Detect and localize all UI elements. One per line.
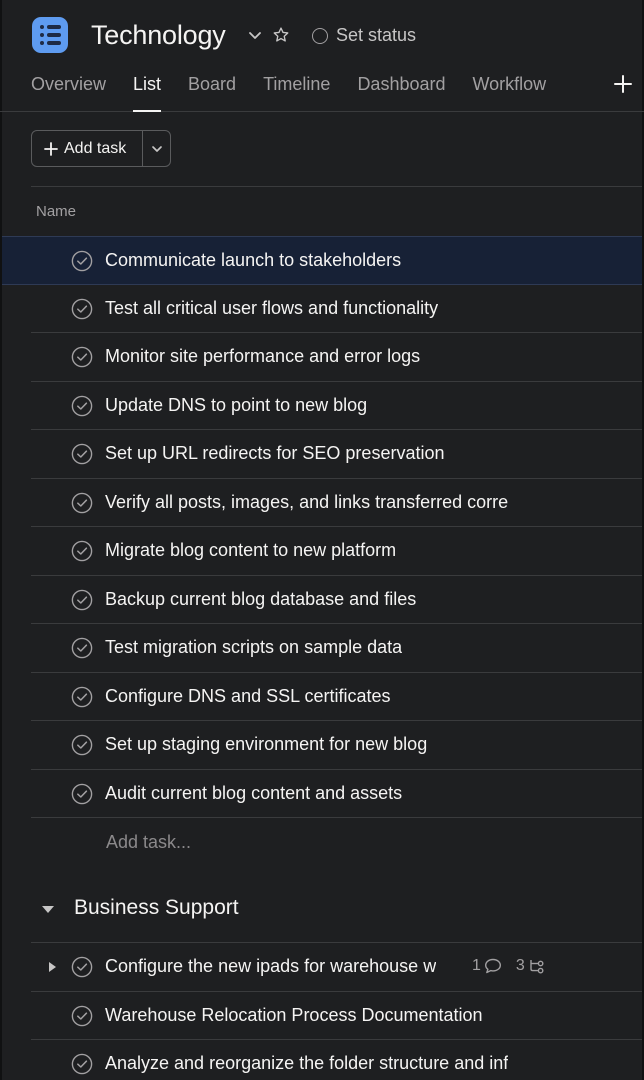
task-name[interactable]: Set up URL redirects for SEO preservatio… <box>105 443 444 464</box>
tab-dashboard[interactable]: Dashboard <box>357 72 445 112</box>
table-row[interactable]: Communicate launch to stakeholders <box>2 236 642 285</box>
caret-down-icon[interactable] <box>40 902 56 916</box>
task-name[interactable]: Verify all posts, images, and links tran… <box>105 492 508 513</box>
check-circle-icon[interactable] <box>71 250 93 272</box>
add-task-inline[interactable]: Add task... <box>106 832 191 853</box>
task-name[interactable]: Test migration scripts on sample data <box>105 637 402 658</box>
task-name[interactable]: Backup current blog database and files <box>105 589 416 610</box>
table-row[interactable]: Verify all posts, images, and links tran… <box>31 479 642 527</box>
check-circle-icon[interactable] <box>71 298 93 320</box>
chevron-down-icon <box>151 145 162 152</box>
subtasks-icon[interactable] <box>528 958 546 974</box>
chevron-down-icon[interactable] <box>247 27 263 43</box>
task-name[interactable]: Set up staging environment for new blog <box>105 734 427 755</box>
task-name[interactable]: Configure DNS and SSL certificates <box>105 686 390 707</box>
table-row[interactable]: Set up staging environment for new blog <box>31 721 642 770</box>
task-name[interactable]: Update DNS to point to new blog <box>105 395 367 416</box>
check-circle-icon[interactable] <box>71 956 93 978</box>
tab-board[interactable]: Board <box>188 72 236 112</box>
star-icon[interactable] <box>272 26 290 44</box>
task-name[interactable]: Test all critical user flows and functio… <box>105 298 438 319</box>
check-circle-icon[interactable] <box>71 346 93 368</box>
table-row[interactable]: Monitor site performance and error logs <box>31 333 642 382</box>
task-name[interactable]: Communicate launch to stakeholders <box>105 250 401 271</box>
task-name[interactable]: Configure the new ipads for warehouse w <box>105 956 436 977</box>
subtask-count: 3 <box>515 957 525 974</box>
check-circle-icon[interactable] <box>71 395 93 417</box>
add-task-button[interactable]: Add task <box>32 131 143 166</box>
check-circle-icon[interactable] <box>71 540 93 562</box>
table-row[interactable]: Backup current blog database and files <box>31 576 642 624</box>
tab-list[interactable]: List <box>133 72 162 112</box>
task-name[interactable]: Audit current blog content and assets <box>105 783 402 804</box>
tab-timeline[interactable]: Timeline <box>263 72 330 112</box>
table-row[interactable]: Configure the new ipads for warehouse w … <box>31 943 642 992</box>
task-name[interactable]: Monitor site performance and error logs <box>105 346 420 367</box>
status-circle-icon <box>312 27 328 44</box>
set-status-button[interactable]: Set status <box>312 25 416 46</box>
column-header-name[interactable]: Name <box>36 203 76 220</box>
check-circle-icon[interactable] <box>71 492 93 514</box>
project-header: Technology Set status Overview List Boar… <box>0 0 644 112</box>
add-task-label: Add task <box>64 139 127 157</box>
tab-workflow[interactable]: Workflow <box>473 72 547 112</box>
task-name[interactable]: Analyze and reorganize the folder struct… <box>105 1053 508 1074</box>
table-row[interactable]: Configure DNS and SSL certificates <box>31 673 642 721</box>
table-row[interactable]: Test migration scripts on sample data <box>31 624 642 673</box>
task-name[interactable]: Warehouse Relocation Process Documentati… <box>105 1005 483 1026</box>
check-circle-icon[interactable] <box>71 783 93 805</box>
add-task-split-button: Add task <box>31 130 171 167</box>
status-label: Set status <box>336 25 417 45</box>
table-row[interactable]: Audit current blog content and assets <box>31 770 642 818</box>
project-tabs: Overview List Board Timeline Dashboard W… <box>31 72 573 112</box>
task-list: Communicate launch to stakeholders Test a… <box>0 236 644 818</box>
check-circle-icon[interactable] <box>71 734 93 756</box>
toolbar-divider <box>31 186 642 187</box>
section-task-list: Configure the new ipads for warehouse w … <box>31 942 642 1080</box>
add-tab-plus-icon[interactable] <box>612 73 634 95</box>
caret-right-icon[interactable] <box>47 960 57 974</box>
check-circle-icon[interactable] <box>71 686 93 708</box>
section-title[interactable]: Business Support <box>74 896 239 920</box>
table-row[interactable]: Update DNS to point to new blog <box>31 382 642 430</box>
check-circle-icon[interactable] <box>71 589 93 611</box>
table-row[interactable]: Analyze and reorganize the folder struct… <box>31 1040 642 1080</box>
table-row[interactable]: Set up URL redirects for SEO preservatio… <box>31 430 642 479</box>
task-meta: 1 3 <box>472 957 560 975</box>
plus-icon <box>44 141 58 156</box>
tab-overview[interactable]: Overview <box>31 72 106 112</box>
comment-count: 1 <box>472 957 481 974</box>
check-circle-icon[interactable] <box>71 1005 93 1027</box>
check-circle-icon[interactable] <box>71 1053 93 1075</box>
check-circle-icon[interactable] <box>71 443 93 465</box>
task-name[interactable]: Migrate blog content to new platform <box>105 540 396 561</box>
comment-icon[interactable] <box>484 958 502 974</box>
table-row[interactable]: Migrate blog content to new platform <box>31 527 642 576</box>
table-row[interactable]: Test all critical user flows and functio… <box>31 285 642 333</box>
add-task-dropdown[interactable] <box>143 131 170 166</box>
table-row[interactable]: Warehouse Relocation Process Documentati… <box>31 992 642 1040</box>
project-title[interactable]: Technology <box>91 20 226 51</box>
check-circle-icon[interactable] <box>71 637 93 659</box>
list-app-icon[interactable] <box>32 17 68 53</box>
